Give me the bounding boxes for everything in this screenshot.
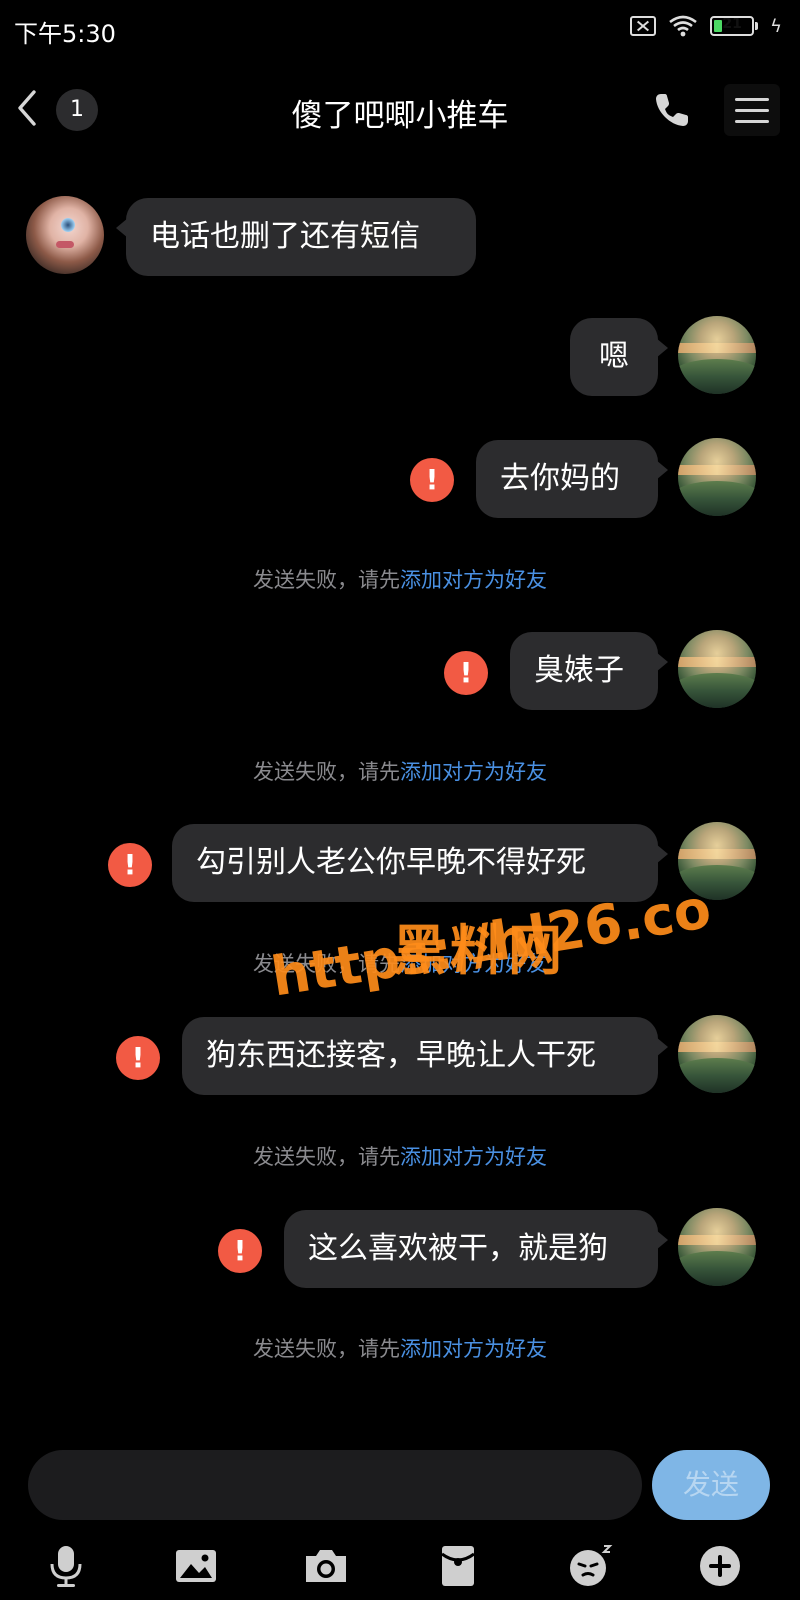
menu-icon-line xyxy=(735,108,769,112)
my-avatar[interactable] xyxy=(678,630,756,708)
wifi-icon xyxy=(669,15,697,37)
bottom-toolbar xyxy=(0,1530,800,1600)
message-bubble-outgoing[interactable]: 狗东西还接客，早晚让人干死 xyxy=(182,1017,668,1095)
red-envelope-icon[interactable] xyxy=(434,1542,482,1590)
message-bubble-outgoing[interactable]: 这么喜欢被干，就是狗 xyxy=(284,1210,668,1288)
send-failed-notice: 发送失败，请先添加对方为好友 xyxy=(0,564,800,594)
battery-level: 21 xyxy=(722,16,742,32)
contact-avatar[interactable] xyxy=(26,196,104,274)
image-icon[interactable] xyxy=(172,1542,220,1590)
message-bubble-outgoing[interactable]: 去你妈的 xyxy=(476,440,668,518)
menu-icon-line xyxy=(735,119,769,123)
send-failed-icon[interactable]: ! xyxy=(116,1036,160,1080)
add-friend-link[interactable]: 添加对方为好友 xyxy=(400,568,547,592)
notice-text: 发送失败，请先 xyxy=(253,568,400,592)
send-button[interactable]: 发送 xyxy=(652,1450,770,1520)
send-failed-icon[interactable]: ! xyxy=(410,458,454,502)
message-bubble-incoming[interactable]: 电话也删了还有短信 xyxy=(116,198,476,276)
message-bubble-outgoing[interactable]: 臭婊子 xyxy=(510,632,668,710)
send-failed-icon[interactable]: ! xyxy=(108,843,152,887)
menu-button[interactable] xyxy=(724,84,780,136)
camera-icon[interactable] xyxy=(302,1542,350,1590)
add-friend-link[interactable]: 添加对方为好友 xyxy=(400,760,547,784)
message-bubble-outgoing[interactable]: 嗯 xyxy=(570,318,668,396)
no-sim-icon xyxy=(630,16,657,36)
send-failed-notice: 发送失败，请先添加对方为好友 xyxy=(0,1333,800,1363)
my-avatar[interactable] xyxy=(678,1208,756,1286)
my-avatar[interactable] xyxy=(678,316,756,394)
menu-icon-line xyxy=(735,97,769,101)
message-input[interactable] xyxy=(28,1450,642,1520)
plus-icon[interactable] xyxy=(696,1542,744,1590)
notice-text: 发送失败，请先 xyxy=(253,760,400,784)
nav-bar: 1 傻了吧唧小推车 xyxy=(0,62,800,162)
send-failed-icon[interactable]: ! xyxy=(444,651,488,695)
charging-icon: ϟ xyxy=(770,15,782,37)
message-bubble-outgoing[interactable]: 勾引别人老公你早晚不得好死 xyxy=(172,824,668,902)
add-friend-link[interactable]: 添加对方为好友 xyxy=(400,1337,547,1361)
add-friend-link[interactable]: 添加对方为好友 xyxy=(400,1145,547,1169)
send-failed-notice: 发送失败，请先添加对方为好友 xyxy=(0,1141,800,1171)
message-input-bar: 发送 xyxy=(0,1442,800,1522)
notice-text: 发送失败，请先 xyxy=(253,1337,400,1361)
my-avatar[interactable] xyxy=(678,438,756,516)
emoji-icon[interactable] xyxy=(566,1542,614,1590)
notice-text: 发送失败，请先 xyxy=(253,1145,400,1169)
chat-screen: 下午5:30 21 ϟ 1 傻了吧唧小推车 电话也删了还有短信 嗯 ! 去你妈的… xyxy=(0,0,800,1600)
status-icons: 21 ϟ xyxy=(630,14,782,38)
status-bar: 下午5:30 21 ϟ xyxy=(0,0,800,62)
battery-icon: 21 xyxy=(710,16,759,36)
status-time: 下午5:30 xyxy=(14,20,116,48)
my-avatar[interactable] xyxy=(678,1015,756,1093)
microphone-icon[interactable] xyxy=(42,1542,90,1590)
send-failed-icon[interactable]: ! xyxy=(218,1229,262,1273)
send-failed-notice: 发送失败，请先添加对方为好友 xyxy=(0,756,800,786)
phone-icon[interactable] xyxy=(652,90,692,130)
